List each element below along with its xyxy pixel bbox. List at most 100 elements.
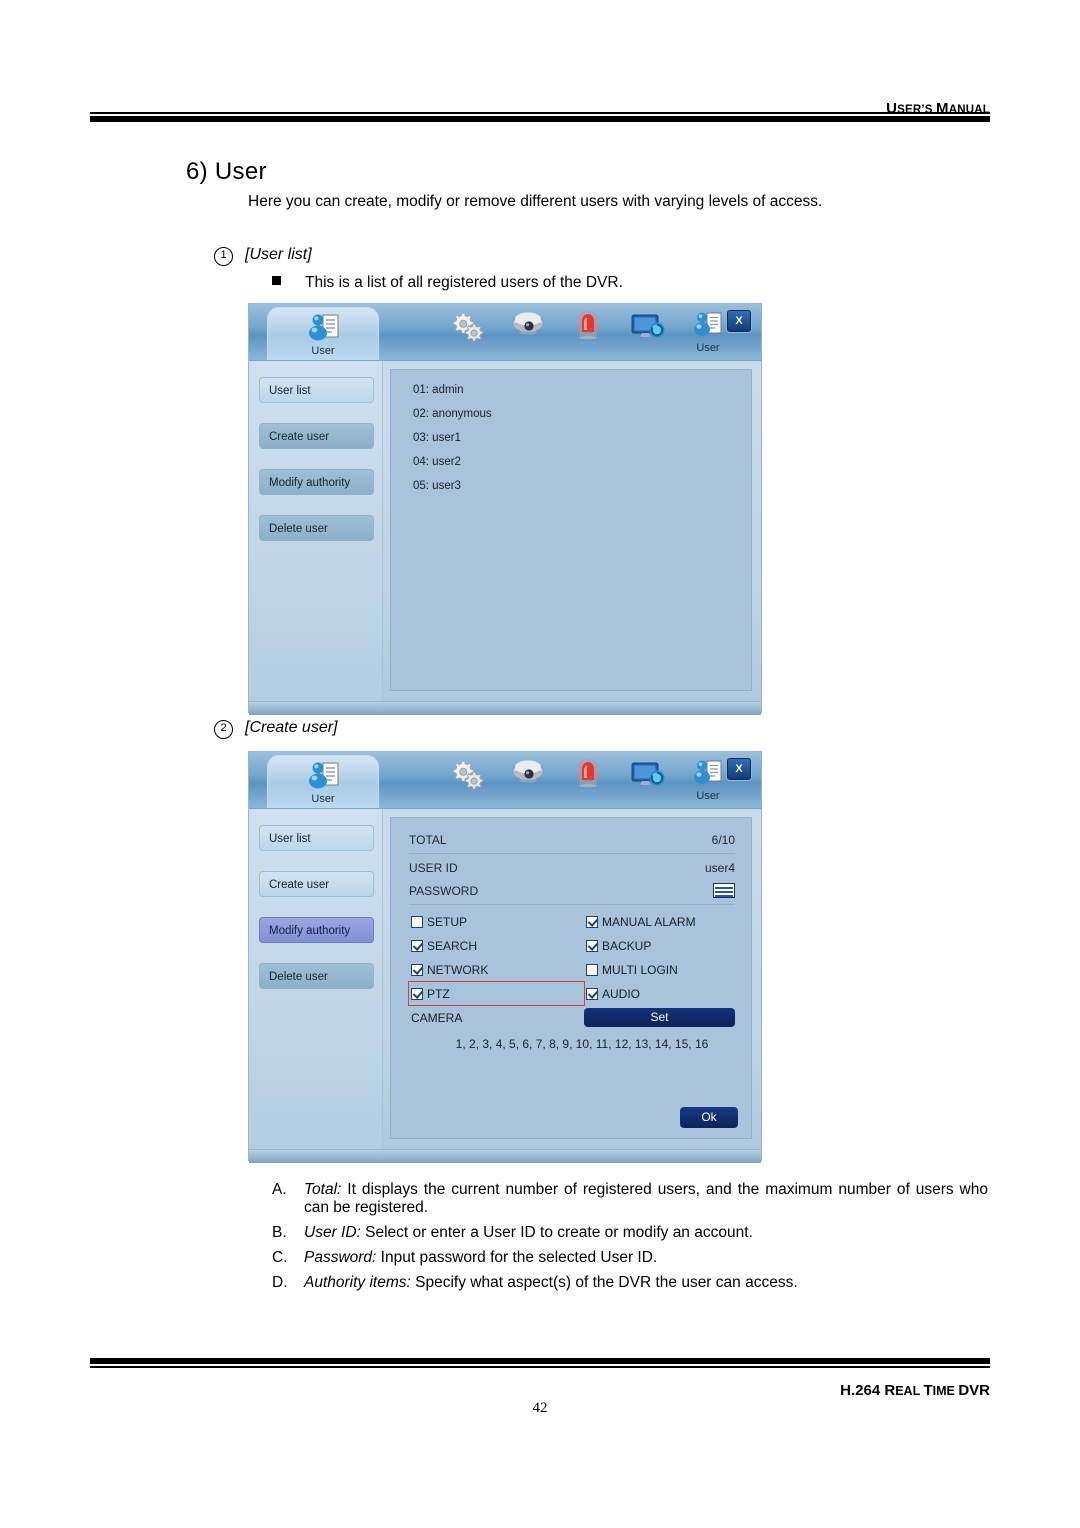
note-b: B. User ID: Select or enter a User ID to… (272, 1224, 988, 1242)
checkbox-label: MANUAL ALARM (602, 914, 696, 929)
item-1-heading: 1 [User list] (214, 246, 312, 266)
create-user-form: TOTAL 6/10 USER ID user4 PASSWORD SETUP … (391, 818, 751, 1138)
checkbox-manual-alarm[interactable]: MANUAL ALARM (584, 910, 735, 933)
checkbox-label: MULTI LOGIN (602, 962, 678, 977)
note-label: C. (272, 1249, 288, 1266)
dialog2-toolbar: User (409, 754, 722, 806)
dialog2-footer (249, 1149, 761, 1163)
circled-number-1: 1 (214, 247, 233, 266)
sidebar-item-delete-user[interactable]: Delete user (259, 963, 374, 989)
camera-dome-icon[interactable] (507, 758, 549, 802)
note-label: A. (272, 1181, 287, 1198)
note-d: D. Authority items: Specify what aspect(… (272, 1274, 988, 1292)
dialog1-tab-user[interactable]: User (267, 307, 379, 360)
dialog2-tab-user[interactable]: User (267, 755, 379, 808)
sidebar-item-user-list[interactable]: User list (259, 825, 374, 851)
dvr-dialog-create-user: User User X User list Create user Modify… (248, 751, 762, 1163)
header-rule (90, 112, 990, 122)
note-c: C. Password: Input password for the sele… (272, 1249, 988, 1267)
alarm-light-icon[interactable] (567, 758, 609, 802)
camera-dome-icon[interactable] (507, 310, 549, 354)
sidebar-item-create-user[interactable]: Create user (259, 423, 374, 449)
total-label: TOTAL (409, 832, 447, 847)
user-id-row[interactable]: USER ID user4 (409, 856, 735, 879)
checkbox-network[interactable]: NETWORK (409, 958, 584, 981)
notes-list: A. Total: It displays the current number… (272, 1181, 988, 1299)
close-icon[interactable]: X (727, 758, 751, 780)
alarm-light-icon[interactable] (567, 310, 609, 354)
checkbox-label: SEARCH (427, 938, 478, 953)
note-text: It displays the current number of regist… (304, 1181, 988, 1216)
list-item[interactable]: 01: admin (413, 384, 751, 396)
list-item[interactable]: 04: user2 (413, 456, 751, 468)
dialog1-content-panel: 01: admin 02: anonymous 03: user1 04: us… (390, 369, 752, 691)
checkbox-setup[interactable]: SETUP (409, 910, 584, 933)
user-icon[interactable]: User (687, 758, 729, 802)
sidebar-item-modify-authority[interactable]: Modify authority (259, 469, 374, 495)
note-text: Select or enter a User ID to create or m… (360, 1224, 753, 1241)
page-title: 6) User (186, 158, 267, 185)
section-intro: Here you can create, modify or remove di… (248, 193, 823, 210)
checkbox-label: AUDIO (602, 986, 641, 1001)
system-gears-icon[interactable] (447, 758, 489, 802)
list-item[interactable]: 02: anonymous (413, 408, 751, 420)
toolbar-caption: User (696, 342, 720, 354)
user-icon[interactable]: User (687, 310, 729, 354)
checkbox-multi-login[interactable]: MULTI LOGIN (584, 958, 735, 981)
list-item[interactable]: 05: user3 (413, 480, 751, 492)
dialog1-titlebar: User User X (249, 304, 761, 361)
note-emphasis: Authority items: (304, 1274, 411, 1291)
sidebar-item-create-user[interactable]: Create user (259, 871, 374, 897)
checkbox-box (586, 963, 598, 976)
dialog1-tab-label: User (311, 345, 335, 357)
sidebar-item-delete-user[interactable]: Delete user (259, 515, 374, 541)
password-row[interactable]: PASSWORD (409, 879, 735, 902)
dialog2-body: User list Create user Modify authority D… (249, 809, 761, 1149)
checkbox-ptz[interactable]: PTZ (408, 981, 585, 1006)
keyboard-icon[interactable] (713, 883, 735, 898)
network-monitor-icon[interactable] (627, 758, 669, 802)
user-icon (303, 760, 343, 797)
divider (409, 904, 735, 905)
checkbox-box (586, 915, 598, 928)
camera-row: CAMERA Set (409, 1007, 735, 1028)
item-2-heading: 2 [Create user] (214, 719, 337, 739)
checkbox-search[interactable]: SEARCH (409, 934, 584, 957)
dialog1-footer (249, 701, 761, 715)
page-number: 42 (532, 1400, 548, 1416)
checkbox-audio[interactable]: AUDIO (584, 982, 735, 1005)
note-emphasis: Total: (304, 1181, 342, 1198)
checkbox-backup[interactable]: BACKUP (584, 934, 735, 957)
ok-button[interactable]: Ok (680, 1107, 738, 1128)
checkbox-box (586, 987, 598, 1000)
dvr-dialog-user-list: User User X User list Create user Modify… (248, 303, 762, 715)
sidebar-item-modify-authority[interactable]: Modify authority (259, 917, 374, 943)
checkbox-box (411, 915, 423, 928)
list-item[interactable]: 03: user1 (413, 432, 751, 444)
user-list: 01: admin 02: anonymous 03: user1 04: us… (391, 370, 751, 492)
network-monitor-icon[interactable] (627, 310, 669, 354)
note-emphasis: User ID: (304, 1224, 361, 1241)
sidebar-item-user-list[interactable]: User list (259, 377, 374, 403)
dialog2-titlebar: User User X (249, 752, 761, 809)
divider (409, 853, 735, 854)
user-id-value: user4 (704, 860, 735, 875)
bullet-1-text: This is a list of all registered users o… (305, 274, 623, 291)
note-label: B. (272, 1224, 287, 1241)
system-gears-icon[interactable] (447, 310, 489, 354)
checkbox-label: SETUP (427, 914, 468, 929)
circled-number-2: 2 (214, 720, 233, 739)
toolbar-caption: User (696, 790, 720, 802)
checkbox-box (586, 939, 598, 952)
footer-rule (90, 1358, 990, 1368)
checkbox-label: PTZ (427, 986, 450, 1001)
close-icon[interactable]: X (727, 310, 751, 332)
dialog2-content-panel: TOTAL 6/10 USER ID user4 PASSWORD SETUP … (390, 817, 752, 1139)
item-1-label: [User list] (245, 246, 312, 263)
checkbox-box (411, 963, 423, 976)
dialog1-body: User list Create user Modify authority D… (249, 361, 761, 701)
set-button[interactable]: Set (584, 1008, 735, 1027)
note-label: D. (272, 1274, 288, 1291)
bullet-square-icon (272, 276, 281, 285)
item-2-label: [Create user] (245, 719, 338, 736)
